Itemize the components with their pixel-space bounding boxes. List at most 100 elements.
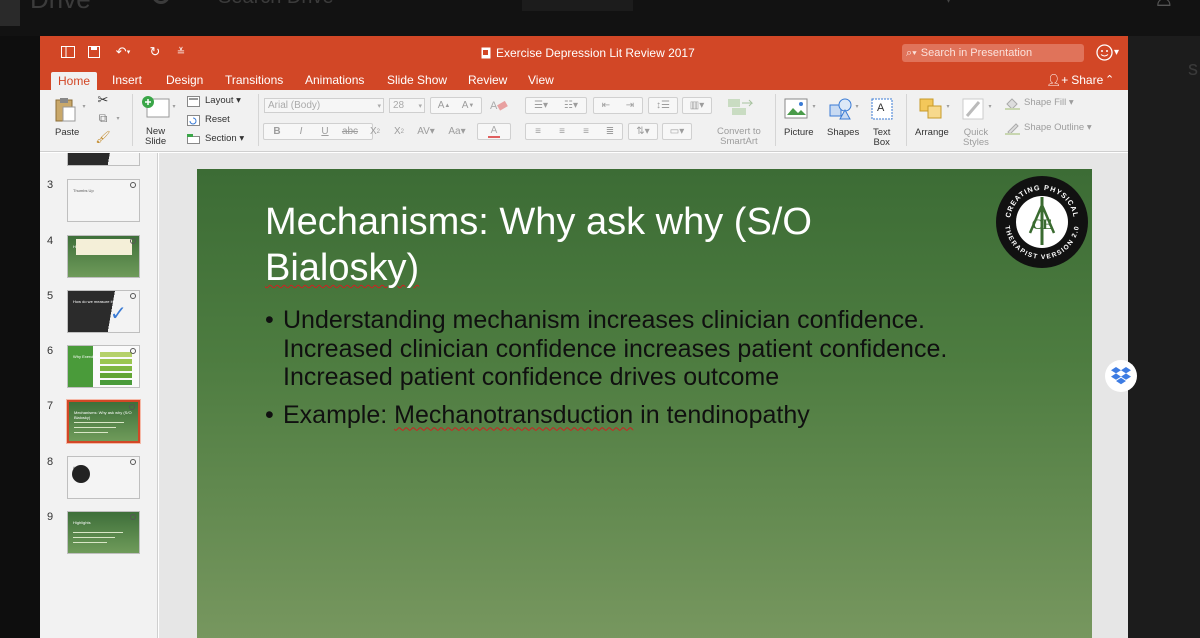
text-box-icon[interactable]: A (869, 96, 895, 122)
clear-formatting-icon[interactable]: A (488, 96, 510, 114)
font-size-dropdown[interactable]: 28 ▾ (389, 98, 425, 113)
search-presentation-input[interactable]: ⌕▾ Search in Presentation (902, 44, 1084, 62)
toggle-sidebar-icon[interactable] (59, 43, 77, 61)
align-left-icon[interactable]: ≡ (527, 124, 549, 139)
text-direction-icon[interactable]: ⇅▾ (630, 124, 656, 139)
share-button[interactable]: 👤︎+ Share (1046, 73, 1103, 87)
shape-outline-icon[interactable] (1004, 121, 1020, 135)
slide-body[interactable]: Understanding mechanism increases clinic… (265, 306, 1025, 438)
search-icon[interactable] (152, 0, 170, 4)
slide-thumbnail[interactable]: How do we measure it? ✓ (67, 290, 140, 333)
tab-home[interactable]: Home (51, 72, 97, 90)
layout-button[interactable]: Layout ▾ (205, 96, 241, 106)
feedback-smiley-icon[interactable]: ▾ (1096, 43, 1124, 61)
shape-fill-button[interactable]: Shape Fill ▾ (1024, 98, 1074, 108)
bullets-icon[interactable]: ☰▾ (527, 98, 555, 113)
shape-outline-button[interactable]: Shape Outline ▾ (1024, 123, 1092, 133)
line-spacing-icon[interactable]: ↕☰ (650, 98, 676, 113)
picture-dropdown-icon[interactable]: ▾ (810, 102, 818, 110)
increase-indent-icon[interactable]: ⇥ (619, 98, 641, 113)
paste-dropdown-icon[interactable]: ▾ (80, 102, 88, 110)
tab-design[interactable]: Design (166, 73, 203, 87)
tab-review[interactable]: Review (468, 73, 507, 87)
slide-editor-canvas: Mechanisms: Why ask why (S/O Bialosky) U… (159, 153, 1128, 638)
save-icon[interactable] (85, 43, 103, 61)
change-case-icon[interactable]: Aa▾ (443, 124, 471, 139)
character-spacing-icon[interactable]: AV▾ (413, 124, 439, 139)
reset-button[interactable]: Reset (205, 115, 230, 125)
tab-transitions[interactable]: Transitions (225, 73, 283, 87)
user-icon[interactable]: ♙ (1154, 0, 1174, 12)
current-slide[interactable]: Mechanisms: Why ask why (S/O Bialosky) U… (197, 169, 1092, 638)
font-color-icon[interactable]: A (479, 124, 509, 139)
slide-thumbnail[interactable]: Why Exercise? (67, 345, 140, 388)
decrease-font-icon[interactable]: A ▼ (456, 98, 480, 113)
redo-icon[interactable]: ↻ (146, 43, 164, 61)
subscript-icon[interactable]: X2 (389, 124, 409, 139)
tab-slide-show[interactable]: Slide Show (387, 73, 447, 87)
slide-thumbnail[interactable]: Thumbs Up (67, 179, 140, 222)
section-icon[interactable] (186, 133, 200, 145)
slide-title[interactable]: Mechanisms: Why ask why (S/O Bialosky) (265, 199, 905, 291)
chevron-down-icon[interactable]: ▾ (945, 0, 952, 7)
convert-smartart-label[interactable]: Convert to SmartArt (717, 127, 761, 147)
slide-thumbnail[interactable]: Blake 2010 (67, 153, 140, 166)
text-box-label[interactable]: Text Box (873, 128, 890, 148)
numbering-icon[interactable]: ☷▾ (557, 98, 585, 113)
arrange-icon[interactable] (917, 96, 945, 122)
new-slide-dropdown-icon[interactable]: ▾ (170, 102, 178, 110)
quick-styles-icon[interactable] (960, 96, 988, 122)
section-button[interactable]: Section ▾ (205, 134, 244, 144)
shapes-icon[interactable] (827, 96, 855, 122)
format-painter-icon[interactable]: 🖌︎ (95, 130, 110, 144)
columns-icon[interactable]: ▥▾ (684, 98, 710, 113)
layout-icon[interactable] (186, 95, 200, 107)
tab-animations[interactable]: Animations (305, 73, 364, 87)
slide-thumbnails-pane[interactable]: 1Depression & Exercise2Blake 20103Thumbs… (40, 153, 158, 638)
new-slide-label[interactable]: New Slide (145, 127, 166, 147)
justify-icon[interactable]: ≣ (599, 124, 621, 139)
collapse-ribbon-icon[interactable]: ⌃ (1105, 73, 1114, 86)
shape-fill-icon[interactable] (1004, 96, 1020, 110)
slide-thumbnail[interactable]: HAM-D Study (67, 235, 140, 278)
align-center-icon[interactable]: ≡ (551, 124, 573, 139)
customize-toolbar-icon[interactable]: ≚ (172, 43, 190, 61)
align-right-icon[interactable]: ≡ (575, 124, 597, 139)
bold-icon[interactable]: B (266, 124, 288, 139)
slide-thumbnail[interactable]: #RATS (67, 456, 140, 499)
quick-styles-label[interactable]: Quick Styles (963, 128, 989, 148)
thumbnail-line (73, 542, 107, 543)
decrease-indent-icon[interactable]: ⇤ (595, 98, 617, 113)
copy-dropdown-icon[interactable]: ▾ (114, 111, 122, 125)
reset-icon[interactable] (186, 114, 200, 126)
undo-icon[interactable]: ↶ ▾ (110, 43, 136, 61)
copy-icon[interactable]: ⧉ (96, 111, 110, 125)
picture-label[interactable]: Picture (784, 128, 814, 138)
paste-icon[interactable] (53, 96, 77, 124)
superscript-icon[interactable]: X2 (365, 124, 385, 139)
shapes-dropdown-icon[interactable]: ▾ (853, 102, 861, 110)
picture-icon[interactable] (783, 96, 811, 122)
align-text-icon[interactable]: ▭▾ (664, 124, 690, 139)
shapes-label[interactable]: Shapes (827, 128, 859, 138)
thumbnail-line (74, 422, 124, 423)
strikethrough-icon[interactable]: abc (338, 124, 362, 139)
slide-thumbnail[interactable]: Highlights (67, 511, 140, 554)
smartart-icon[interactable] (724, 95, 758, 117)
group-divider (132, 94, 133, 146)
drive-search-input[interactable]: Search Drive (218, 0, 334, 9)
font-name-dropdown[interactable]: Arial (Body) ▾ (264, 98, 384, 113)
slide-thumbnail[interactable]: Mechanisms: Why ask why (S/O Bialosky) (66, 399, 141, 444)
underline-icon[interactable]: U (314, 124, 336, 139)
arrange-dropdown-icon[interactable]: ▾ (944, 102, 952, 110)
tab-view[interactable]: View (528, 73, 554, 87)
tab-insert[interactable]: Insert (112, 73, 142, 87)
italic-icon[interactable]: I (290, 124, 312, 139)
arrange-label[interactable]: Arrange (915, 128, 949, 138)
dropbox-icon[interactable] (1105, 360, 1137, 392)
paste-label[interactable]: Paste (55, 128, 79, 138)
quick-styles-dropdown-icon[interactable]: ▾ (986, 102, 994, 110)
new-slide-icon[interactable] (141, 94, 171, 120)
cut-icon[interactable]: ✂ (96, 92, 110, 107)
increase-font-icon[interactable]: A ▲ (432, 98, 456, 113)
